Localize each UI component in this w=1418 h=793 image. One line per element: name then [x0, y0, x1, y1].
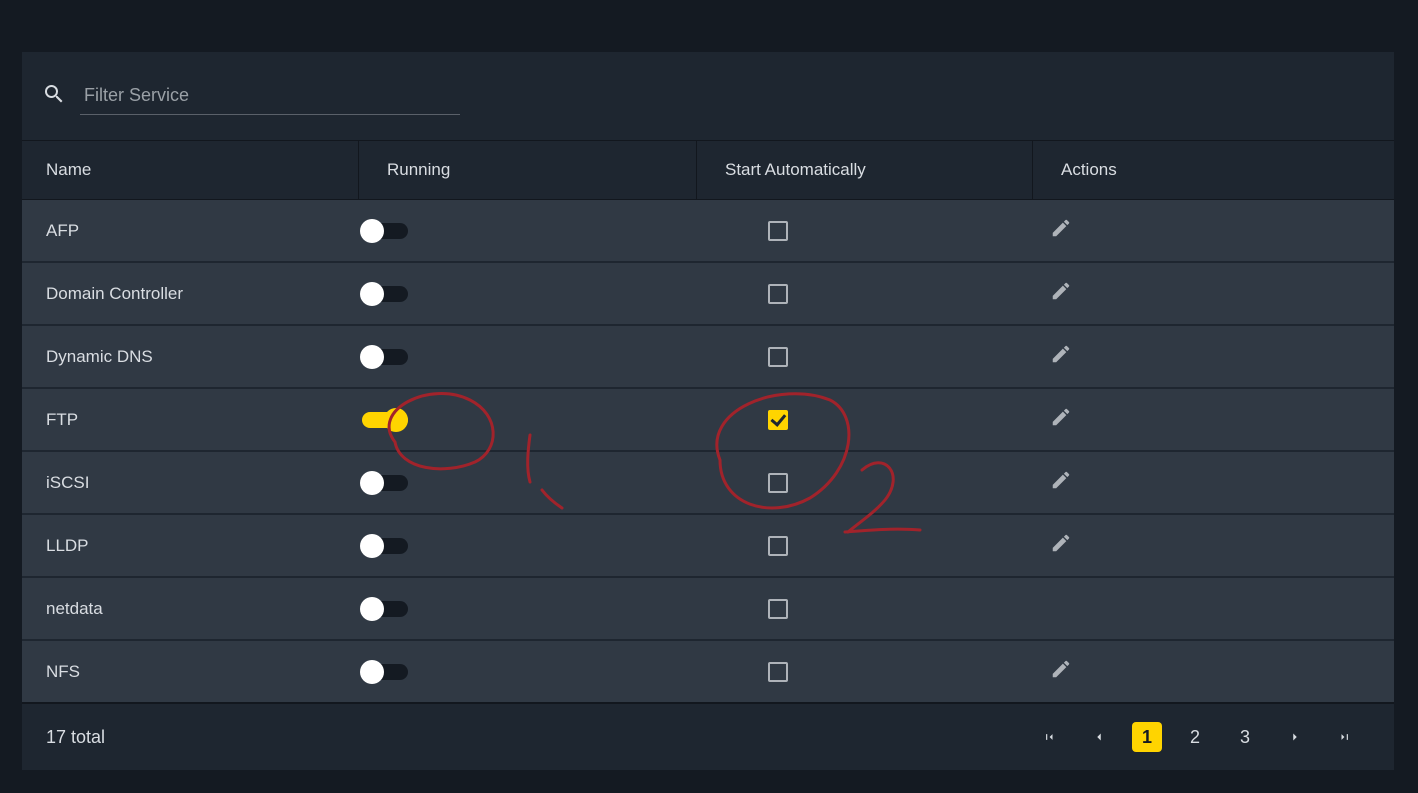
pager-prev-button[interactable]	[1082, 720, 1116, 754]
pager-last-button[interactable]	[1328, 720, 1362, 754]
pager-page-3[interactable]: 3	[1228, 720, 1262, 754]
edit-icon[interactable]	[1050, 280, 1072, 307]
table-row: netdata	[22, 578, 1394, 641]
table-row: Dynamic DNS	[22, 326, 1394, 389]
actions-cell	[1032, 217, 1372, 244]
service-name: Dynamic DNS	[22, 347, 358, 367]
service-name: Domain Controller	[22, 284, 358, 304]
auto-start-checkbox[interactable]	[768, 662, 788, 682]
pager-next-button[interactable]	[1278, 720, 1312, 754]
running-toggle[interactable]	[362, 223, 408, 239]
edit-icon[interactable]	[1050, 532, 1072, 559]
filter-input[interactable]	[80, 77, 460, 115]
service-name: iSCSI	[22, 473, 358, 493]
table-row: iSCSI	[22, 452, 1394, 515]
edit-icon[interactable]	[1050, 406, 1072, 433]
auto-start-checkbox[interactable]	[768, 536, 788, 556]
running-cell	[358, 286, 696, 302]
actions-cell	[1032, 343, 1372, 370]
services-panel: Name Running Start Automatically Actions…	[22, 52, 1394, 770]
edit-icon[interactable]	[1050, 343, 1072, 370]
actions-cell	[1032, 280, 1372, 307]
table-row: LLDP	[22, 515, 1394, 578]
service-name: FTP	[22, 410, 358, 430]
service-name: netdata	[22, 599, 358, 619]
running-toggle[interactable]	[362, 286, 408, 302]
filter-bar	[22, 52, 1394, 140]
running-toggle[interactable]	[362, 412, 408, 428]
pager: 123	[1024, 720, 1370, 754]
col-header-running: Running	[358, 141, 696, 199]
running-toggle[interactable]	[362, 349, 408, 365]
table-row: NFS	[22, 641, 1394, 702]
auto-cell	[696, 536, 1032, 556]
running-cell	[358, 601, 696, 617]
service-name: LLDP	[22, 536, 358, 556]
running-cell	[358, 475, 696, 491]
edit-icon[interactable]	[1050, 469, 1072, 496]
edit-icon[interactable]	[1050, 217, 1072, 244]
pager-first-button[interactable]	[1032, 720, 1066, 754]
auto-cell	[696, 284, 1032, 304]
actions-cell	[1032, 532, 1372, 559]
auto-start-checkbox[interactable]	[768, 473, 788, 493]
actions-cell	[1032, 469, 1372, 496]
table-row: Domain Controller	[22, 263, 1394, 326]
actions-cell	[1032, 658, 1372, 685]
pager-page-1[interactable]: 1	[1132, 722, 1162, 752]
auto-start-checkbox[interactable]	[768, 347, 788, 367]
auto-cell	[696, 599, 1032, 619]
auto-cell	[696, 473, 1032, 493]
running-toggle[interactable]	[362, 538, 408, 554]
service-name: NFS	[22, 662, 358, 682]
edit-icon[interactable]	[1050, 658, 1072, 685]
table-body: AFP Domain Controller Dynamic DNS FTP iSCSI L…	[22, 200, 1394, 702]
running-cell	[358, 538, 696, 554]
auto-start-checkbox[interactable]	[768, 221, 788, 241]
running-cell	[358, 412, 696, 428]
running-cell	[358, 349, 696, 365]
actions-cell	[1032, 406, 1372, 433]
running-toggle[interactable]	[362, 664, 408, 680]
auto-start-checkbox[interactable]	[768, 410, 788, 430]
total-count: 17 total	[46, 727, 105, 748]
auto-cell	[696, 347, 1032, 367]
table-header: Name Running Start Automatically Actions	[22, 140, 1394, 200]
auto-cell	[696, 221, 1032, 241]
table-row: AFP	[22, 200, 1394, 263]
running-toggle[interactable]	[362, 601, 408, 617]
auto-cell	[696, 410, 1032, 430]
col-header-auto: Start Automatically	[696, 141, 1032, 199]
col-header-name: Name	[22, 160, 358, 180]
auto-cell	[696, 662, 1032, 682]
auto-start-checkbox[interactable]	[768, 599, 788, 619]
col-header-actions: Actions	[1032, 141, 1372, 199]
auto-start-checkbox[interactable]	[768, 284, 788, 304]
service-name: AFP	[22, 221, 358, 241]
running-toggle[interactable]	[362, 475, 408, 491]
pager-page-2[interactable]: 2	[1178, 720, 1212, 754]
running-cell	[358, 223, 696, 239]
search-icon	[42, 82, 66, 111]
running-cell	[358, 664, 696, 680]
table-footer: 17 total 123	[22, 702, 1394, 770]
table-row: FTP	[22, 389, 1394, 452]
